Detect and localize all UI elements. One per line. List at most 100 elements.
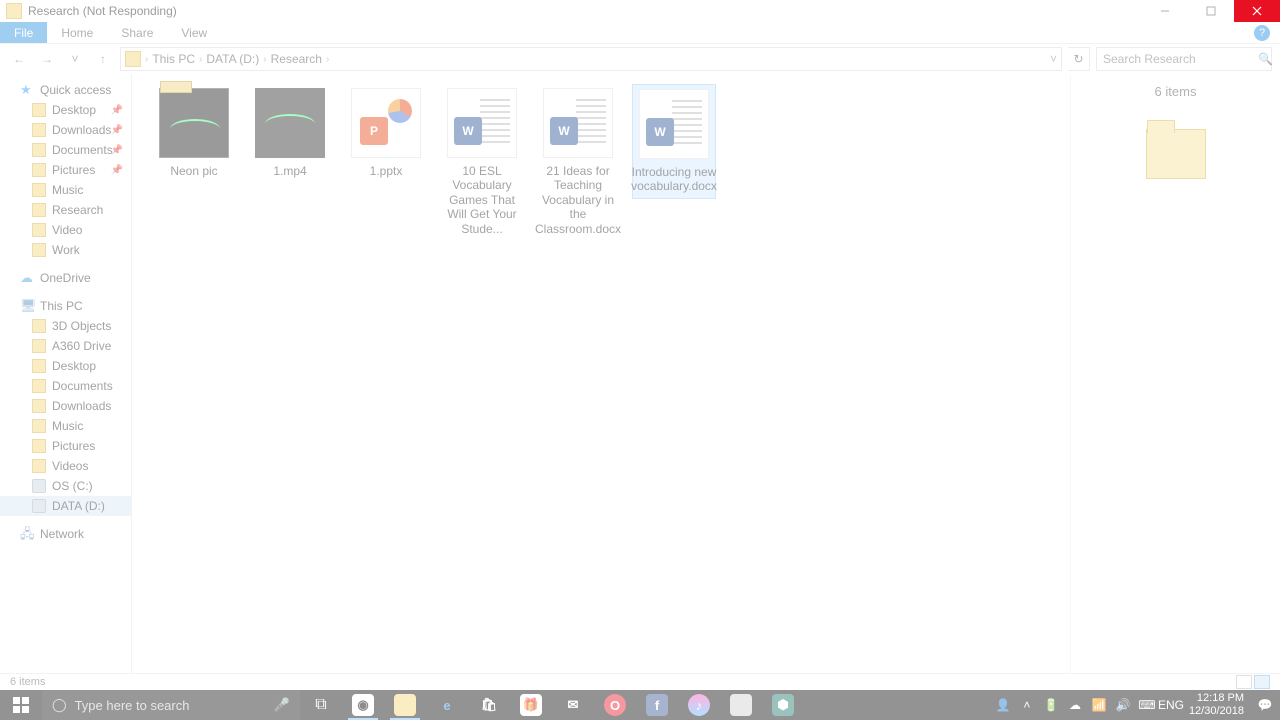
sidebar-item[interactable]: Music	[0, 180, 131, 200]
file-item[interactable]: 21 Ideas for Teaching Vocabulary in the …	[536, 84, 620, 240]
taskbar-edge[interactable]: e	[426, 690, 468, 720]
sidebar-item[interactable]: Work	[0, 240, 131, 260]
breadcrumb-seg[interactable]: DATA (D:)	[206, 52, 259, 66]
folder-icon	[32, 103, 46, 117]
taskbar-itunes[interactable]: ♪	[678, 690, 720, 720]
file-item[interactable]: 1.mp4	[248, 84, 332, 182]
view-large-icons-button[interactable]	[1254, 675, 1270, 689]
taskbar-search[interactable]: ◯ Type here to search 🎤	[42, 690, 300, 720]
taskbar-app[interactable]	[720, 690, 762, 720]
sidebar-item[interactable]: Pictures📌	[0, 160, 131, 180]
file-label: 1.mp4	[273, 164, 306, 178]
tray-chevron[interactable]: ˄	[1015, 690, 1039, 720]
close-button[interactable]	[1234, 0, 1280, 22]
taskbar-facebook[interactable]: f	[636, 690, 678, 720]
folder-icon	[32, 183, 46, 197]
folder-icon	[32, 419, 46, 433]
tab-home[interactable]: Home	[47, 22, 107, 43]
folder-icon	[32, 339, 46, 353]
chevron-right-icon: ›	[263, 54, 266, 65]
file-item[interactable]: Introducing new vocabulary.docx	[632, 84, 716, 199]
nav-recent-button[interactable]: ˅	[64, 48, 86, 70]
tray-battery-icon[interactable]: 🔋	[1039, 690, 1063, 720]
pin-icon: 📌	[111, 105, 123, 116]
nav-forward-button[interactable]: →	[36, 48, 58, 70]
search-box[interactable]: 🔍	[1096, 47, 1272, 71]
mic-icon[interactable]: 🎤	[274, 697, 290, 713]
file-area[interactable]: Neon pic 1.mp4 1.pptx 10 ESL Vocabulary Gam…	[132, 74, 1070, 673]
file-label: Neon pic	[170, 164, 217, 178]
breadcrumb-dropdown[interactable]: ˅	[1050, 52, 1057, 66]
folder-icon	[32, 243, 46, 257]
tray-volume-icon[interactable]: 🔊	[1111, 690, 1135, 720]
tray-input-icon[interactable]: ⌨	[1135, 690, 1159, 720]
tray-people[interactable]: 👤	[991, 690, 1015, 720]
sidebar-item[interactable]: Desktop	[0, 356, 131, 376]
tab-share[interactable]: Share	[107, 22, 167, 43]
search-icon: 🔍	[1258, 52, 1273, 66]
sidebar-item[interactable]: 3D Objects	[0, 316, 131, 336]
breadcrumb[interactable]: › This PC › DATA (D:) › Research › ˅	[120, 47, 1062, 71]
nav-back-button[interactable]: ←	[8, 48, 30, 70]
refresh-button[interactable]: ↻	[1068, 47, 1090, 71]
sidebar-item[interactable]: Documents	[0, 376, 131, 396]
taskbar-app-gift[interactable]: 🎁	[510, 690, 552, 720]
tray-network-icon[interactable]: 📶	[1087, 690, 1111, 720]
pin-icon: 📌	[111, 165, 123, 176]
sidebar-network[interactable]: 🖧Network	[0, 524, 131, 544]
sidebar-this-pc[interactable]: 🖥This PC	[0, 296, 131, 316]
search-input[interactable]	[1103, 52, 1258, 66]
file-item[interactable]: 1.pptx	[344, 84, 428, 182]
sidebar-quick-access[interactable]: ★Quick access	[0, 80, 131, 100]
folder-dark-icon	[159, 88, 229, 158]
taskbar-clock[interactable]: 12:18 PM 12/30/2018	[1183, 692, 1250, 717]
preview-pane: 6 items	[1070, 74, 1280, 673]
sidebar-item[interactable]: OS (C:)	[0, 476, 131, 496]
tab-view[interactable]: View	[167, 22, 221, 43]
folder-icon	[32, 399, 46, 413]
tray-onedrive-icon[interactable]: ☁	[1063, 690, 1087, 720]
view-details-button[interactable]	[1236, 675, 1252, 689]
tray-language[interactable]: ENG	[1159, 690, 1183, 720]
maximize-button[interactable]	[1188, 0, 1234, 22]
help-icon[interactable]: ?	[1254, 25, 1270, 41]
nav-up-button[interactable]: ↑	[92, 48, 114, 70]
ribbon-tabs: File Home Share View ?	[0, 22, 1280, 44]
minimize-button[interactable]	[1142, 0, 1188, 22]
file-item[interactable]: 10 ESL Vocabulary Games That Will Get Yo…	[440, 84, 524, 240]
folder-icon	[32, 123, 46, 137]
sidebar-item[interactable]: Pictures	[0, 436, 131, 456]
taskbar-chrome[interactable]: ◉	[342, 690, 384, 720]
taskbar-opera[interactable]: O	[594, 690, 636, 720]
mp4-icon	[255, 88, 325, 158]
tab-file[interactable]: File	[0, 22, 47, 43]
sidebar-item[interactable]: Desktop📌	[0, 100, 131, 120]
taskbar: ◯ Type here to search 🎤 ⧉ ◉ e 🛍 🎁 ✉ O f …	[0, 690, 1280, 720]
sidebar-item[interactable]: Documents📌	[0, 140, 131, 160]
folder-icon	[32, 223, 46, 237]
sidebar-item[interactable]: A360 Drive	[0, 336, 131, 356]
sidebar-item[interactable]: Videos	[0, 456, 131, 476]
breadcrumb-seg[interactable]: This PC	[152, 52, 195, 66]
task-view-button[interactable]: ⧉	[300, 690, 342, 720]
chevron-right-icon: ›	[145, 54, 148, 65]
sidebar-item[interactable]: Downloads	[0, 396, 131, 416]
file-item[interactable]: Neon pic	[152, 84, 236, 182]
sidebar-item[interactable]: Downloads📌	[0, 120, 131, 140]
pptx-icon	[351, 88, 421, 158]
pin-icon: 📌	[111, 145, 123, 156]
sidebar-item[interactable]: Music	[0, 416, 131, 436]
file-label: 1.pptx	[370, 164, 403, 178]
sidebar-item[interactable]: Research	[0, 200, 131, 220]
taskbar-app2[interactable]: ⬢	[762, 690, 804, 720]
sidebar-onedrive[interactable]: ☁OneDrive	[0, 268, 131, 288]
sidebar-item[interactable]: DATA (D:)	[0, 496, 131, 516]
action-center-button[interactable]: 💬	[1250, 690, 1280, 720]
taskbar-store[interactable]: 🛍	[468, 690, 510, 720]
taskbar-mail[interactable]: ✉	[552, 690, 594, 720]
breadcrumb-seg[interactable]: Research	[271, 52, 322, 66]
disk-icon	[32, 499, 46, 513]
start-button[interactable]	[0, 690, 42, 720]
taskbar-explorer[interactable]	[384, 690, 426, 720]
sidebar-item[interactable]: Video	[0, 220, 131, 240]
